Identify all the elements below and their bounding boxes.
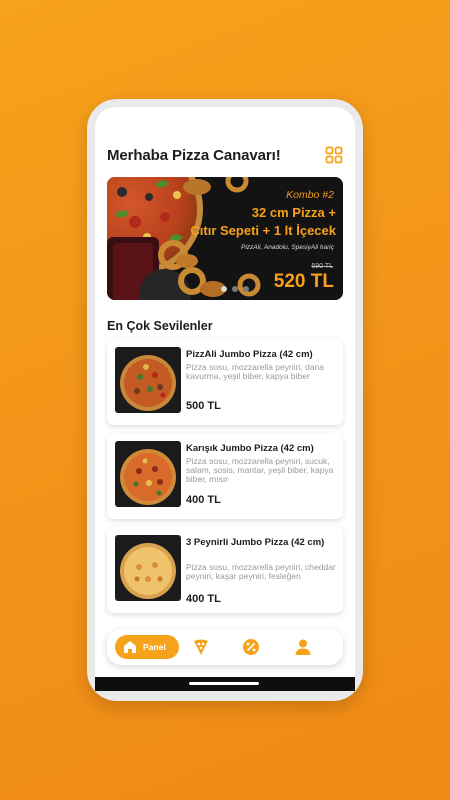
- nav-panel-button[interactable]: Panel: [115, 635, 179, 659]
- banner-title-line2: Çıtır Sepeti + 1 lt İçecek: [190, 223, 336, 238]
- product-price: 400 TL: [186, 494, 221, 506]
- discount-icon[interactable]: [241, 637, 261, 657]
- section-title: En Çok Sevilenler: [107, 319, 213, 333]
- carousel-dot[interactable]: [221, 286, 227, 292]
- product-name: 3 Peynirli Jumbo Pizza (42 cm): [186, 537, 325, 548]
- product-price: 500 TL: [186, 400, 221, 412]
- phone-frame: Merhaba Pizza Canavarı! Kombo #2 32 cm P…: [87, 99, 363, 701]
- banner-note: PizzAli, Anadolu, SpesiyAli hariç: [241, 244, 334, 251]
- product-card[interactable]: PizzAli Jumbo Pizza (42 cm) Pizza sosu, …: [107, 339, 343, 425]
- product-description: Pizza sosu, mozzarella peyniri, dana kav…: [186, 362, 324, 381]
- banner-kombo-label: Kombo #2: [286, 189, 334, 201]
- banner-price: 520 TL: [273, 271, 334, 292]
- user-icon[interactable]: [293, 637, 313, 657]
- product-price: 400 TL: [186, 593, 221, 605]
- product-name: Karışık Jumbo Pizza (42 cm): [186, 443, 314, 454]
- product-description: Pizza sosu, mozzarella peyniri, cheddar …: [186, 562, 336, 581]
- home-indicator[interactable]: [189, 682, 259, 685]
- header: Merhaba Pizza Canavarı!: [107, 146, 343, 167]
- banner-title-line1: 32 cm Pizza +: [251, 205, 336, 220]
- system-nav-bar: [95, 677, 355, 691]
- product-card[interactable]: 3 Peynirli Jumbo Pizza (42 cm) Pizza sos…: [107, 527, 343, 613]
- product-image: [115, 347, 181, 413]
- greeting-title: Merhaba Pizza Canavarı!: [107, 147, 281, 164]
- banner-old-price: 590 TL: [311, 263, 333, 270]
- home-icon: [124, 641, 136, 653]
- scan-icon[interactable]: [325, 146, 343, 164]
- product-image: [115, 441, 181, 507]
- carousel-dot[interactable]: [243, 286, 249, 292]
- app-screen: Merhaba Pizza Canavarı! Kombo #2 32 cm P…: [95, 107, 355, 691]
- nav-panel-label: Panel: [143, 642, 166, 652]
- product-description: Pizza sosu, mozzarella peyniri, sucuk, s…: [186, 456, 334, 484]
- product-image: [115, 535, 181, 601]
- product-card[interactable]: Karışık Jumbo Pizza (42 cm) Pizza sosu, …: [107, 433, 343, 519]
- bottom-navigation: Panel: [107, 629, 343, 665]
- pizza-slice-icon[interactable]: [191, 637, 211, 657]
- promo-banner[interactable]: Kombo #2 32 cm Pizza + Çıtır Sepeti + 1 …: [107, 177, 343, 300]
- carousel-dots: [221, 286, 249, 292]
- carousel-dot[interactable]: [232, 286, 238, 292]
- product-name: PizzAli Jumbo Pizza (42 cm): [186, 349, 313, 360]
